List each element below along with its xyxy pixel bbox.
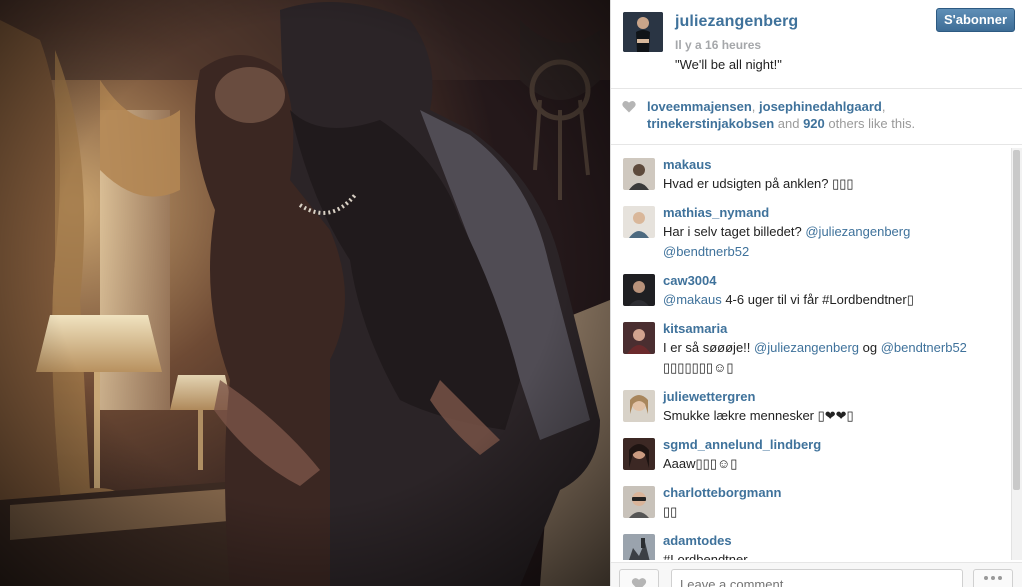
comment-username[interactable]: makaus [663,157,711,172]
comment-username[interactable]: charlotteborgmann [663,485,781,500]
scrollbar-thumb[interactable] [1013,150,1020,490]
commenter-avatar[interactable] [623,322,655,354]
comment-footer [611,562,1022,587]
comment-text-part: Aaaw▯▯▯☺▯ [663,456,738,471]
post-caption: "We'll be all night!" [675,57,782,72]
mention-link[interactable]: @bendtnerb52 [881,340,967,355]
comment-text-part: 4-6 uger til vi får #Lordbendtner▯ [721,292,914,307]
comment-text-part: ▯▯▯▯▯▯▯☺▯ [663,360,734,375]
comment-text: I er så søøøje!! @juliezangenberg og @be… [663,338,993,378]
comment-username[interactable]: adamtodes [663,533,732,548]
comment-text: Smukke lækre mennesker ▯❤❤▯ [663,406,993,426]
commenter-avatar[interactable] [623,390,655,422]
comment-text: Hvad er udsigten på anklen? ▯▯▯ [663,174,993,194]
comment-text: ▯▯ [663,502,993,522]
comment-text-part: Smukke lækre mennesker ▯❤❤▯ [663,408,854,423]
post-details-panel: juliezangenberg Il y a 16 heures "We'll … [610,0,1022,587]
ellipsis-icon [984,576,1002,580]
likes-separator: , [751,99,760,114]
commenter-avatar[interactable] [623,438,655,470]
liker-link[interactable]: trinekerstinjakobsen [647,116,774,131]
commenter-avatar[interactable] [623,206,655,238]
comment-text-part: Hvad er udsigten på anklen? ▯▯▯ [663,176,854,191]
comment-text-part: #Lordbendtner [663,552,748,560]
commenter-avatar[interactable] [623,274,655,306]
comment-text-part: Har i selv taget billedet? [663,224,806,239]
comment-text: #Lordbendtner [663,550,993,560]
post-timestamp[interactable]: Il y a 16 heures [675,38,761,52]
commenter-avatar[interactable] [623,486,655,518]
comments-scrollbar[interactable] [1011,148,1022,560]
comment-username[interactable]: sgmd_annelund_lindberg [663,437,821,452]
follow-button[interactable]: S'abonner [936,8,1015,32]
post-photo [0,0,610,586]
likes-suffix: others like this. [824,116,916,131]
comment-input[interactable] [671,569,963,587]
mention-link[interactable]: @juliezangenberg [754,340,859,355]
owner-avatar[interactable] [623,12,663,52]
mention-link[interactable]: @makaus [663,292,722,307]
comment-username[interactable]: caw3004 [663,273,717,288]
like-button[interactable] [619,569,659,587]
likes-count[interactable]: 920 [803,116,825,131]
comments-list: makaus Hvad er udsigten på anklen? ▯▯▯ m… [611,146,1022,560]
liker-link[interactable]: josephinedahlgaard [759,99,882,114]
owner-username[interactable]: juliezangenberg [675,13,798,31]
comment-username[interactable]: mathias_nymand [663,205,769,220]
liker-link[interactable]: loveemmajensen [647,99,752,114]
comment-text: Aaaw▯▯▯☺▯ [663,454,993,474]
comment-username[interactable]: kitsamaria [663,321,727,336]
mention-link[interactable]: @bendtnerb52 [663,244,749,259]
likes-and: and [774,116,804,131]
comment-text-part: ▯▯ [663,504,678,519]
comment-text: @makaus 4-6 uger til vi får #Lordbendtne… [663,290,993,310]
mention-link[interactable]: @juliezangenberg [805,224,910,239]
likes-text: loveemmajensen, josephinedahlgaard, trine… [647,98,1012,132]
post-header: juliezangenberg Il y a 16 heures "We'll … [611,0,1022,89]
comment-text-part: I er så søøøje!! [663,340,755,355]
more-options-button[interactable] [973,569,1013,587]
comment-text-part: og [859,340,881,355]
heart-icon [622,100,636,113]
comment-text: Har i selv taget billedet? @juliezangenb… [663,222,993,262]
comment-username[interactable]: juliewettergren [663,389,755,404]
likes-separator: , [881,99,886,114]
commenter-avatar[interactable] [623,158,655,190]
commenter-avatar[interactable] [623,534,655,560]
